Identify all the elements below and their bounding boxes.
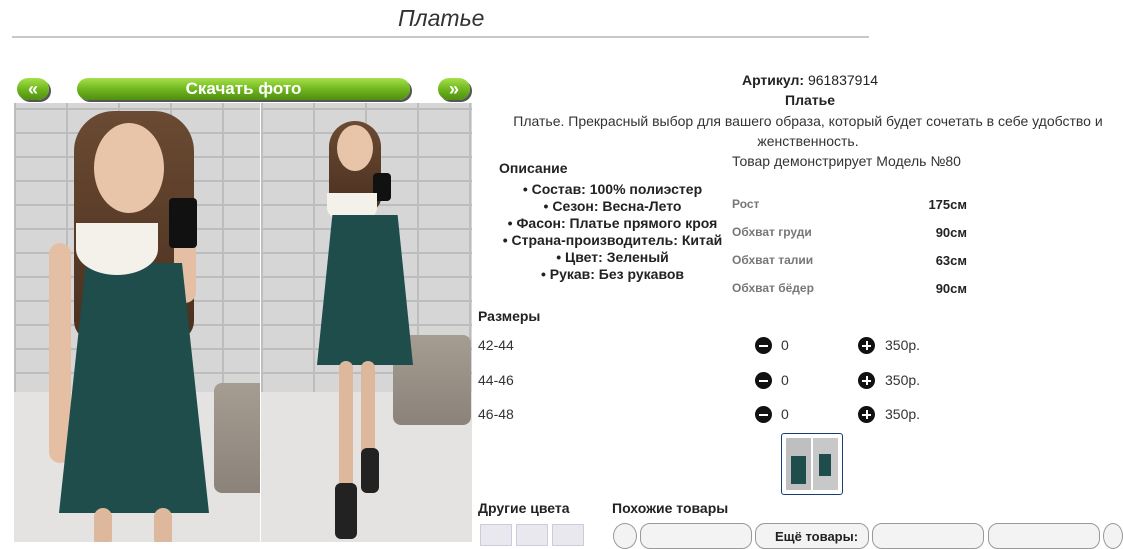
- description-heading: Описание: [499, 160, 568, 176]
- color-swatch[interactable]: [480, 524, 512, 546]
- size-label: 42-44: [478, 337, 514, 353]
- size-label: 44-46: [478, 372, 514, 388]
- article-line: Артикул: 961837914: [600, 72, 1020, 88]
- next-photo-button[interactable]: »: [438, 78, 470, 100]
- article-label: Артикул:: [741, 72, 805, 88]
- article-value: 961837914: [807, 72, 879, 88]
- other-colors-heading: Другие цвета: [478, 500, 570, 516]
- size-label: 46-48: [478, 406, 514, 422]
- plus-circle-icon[interactable]: [858, 372, 875, 389]
- similar-item[interactable]: [640, 523, 752, 549]
- similar-item[interactable]: [988, 523, 1100, 549]
- minus-circle-icon[interactable]: [755, 372, 772, 389]
- prev-photo-button[interactable]: «: [17, 78, 49, 100]
- sizes-heading: Размеры: [478, 308, 541, 324]
- size-price: 350р.: [885, 337, 921, 353]
- description-list: Состав: 100% полиэстер Сезон: Весна-Лето…: [490, 181, 735, 283]
- product-photo-full: [261, 103, 472, 542]
- model-info: Товар демонстрирует Модель №80: [732, 153, 961, 169]
- size-quantity: 0: [781, 337, 789, 353]
- color-swatch[interactable]: [552, 524, 584, 546]
- title-divider: [12, 36, 869, 38]
- download-photo-button[interactable]: Скачать фото: [77, 78, 410, 100]
- size-quantity: 0: [781, 372, 789, 388]
- similar-products-heading: Похожие товары: [612, 500, 729, 516]
- description-item: Страна-производитель: Китай: [490, 232, 735, 249]
- description-item: Цвет: Зеленый: [490, 249, 735, 266]
- minus-circle-icon[interactable]: [755, 406, 772, 423]
- photo-thumbnail[interactable]: [781, 433, 843, 495]
- size-price: 350р.: [885, 406, 921, 422]
- similar-prev-button[interactable]: [613, 523, 637, 549]
- product-photo-front: [14, 103, 260, 542]
- plus-circle-icon[interactable]: [858, 406, 875, 423]
- measure-waist-value: 63см: [935, 253, 967, 268]
- description-item: Состав: 100% полиэстер: [490, 181, 735, 198]
- description-item: Сезон: Весна-Лето: [490, 198, 735, 215]
- measure-chest-label: Обхват груди: [732, 225, 812, 239]
- color-swatch[interactable]: [516, 524, 548, 546]
- size-price: 350р.: [885, 372, 921, 388]
- product-name: Платье: [785, 92, 835, 108]
- product-description: Платье. Прекрасный выбор для вашего обра…: [513, 113, 1103, 149]
- measure-height-value: 175см: [928, 197, 967, 212]
- similar-next-button[interactable]: [1103, 523, 1123, 549]
- plus-circle-icon[interactable]: [858, 337, 875, 354]
- minus-circle-icon[interactable]: [755, 337, 772, 354]
- measure-hips-label: Обхват бёдер: [732, 281, 814, 295]
- measure-chest-value: 90см: [935, 225, 967, 240]
- measure-waist-label: Обхват талии: [732, 253, 814, 267]
- measure-hips-value: 90см: [935, 281, 967, 296]
- description-item: Фасон: Платье прямого кроя: [490, 215, 735, 232]
- measure-height-label: Рост: [732, 197, 760, 211]
- similar-item[interactable]: [872, 523, 984, 549]
- page-title: Платье: [398, 5, 485, 31]
- description-item: Рукав: Без рукавов: [490, 266, 735, 283]
- size-quantity: 0: [781, 406, 789, 422]
